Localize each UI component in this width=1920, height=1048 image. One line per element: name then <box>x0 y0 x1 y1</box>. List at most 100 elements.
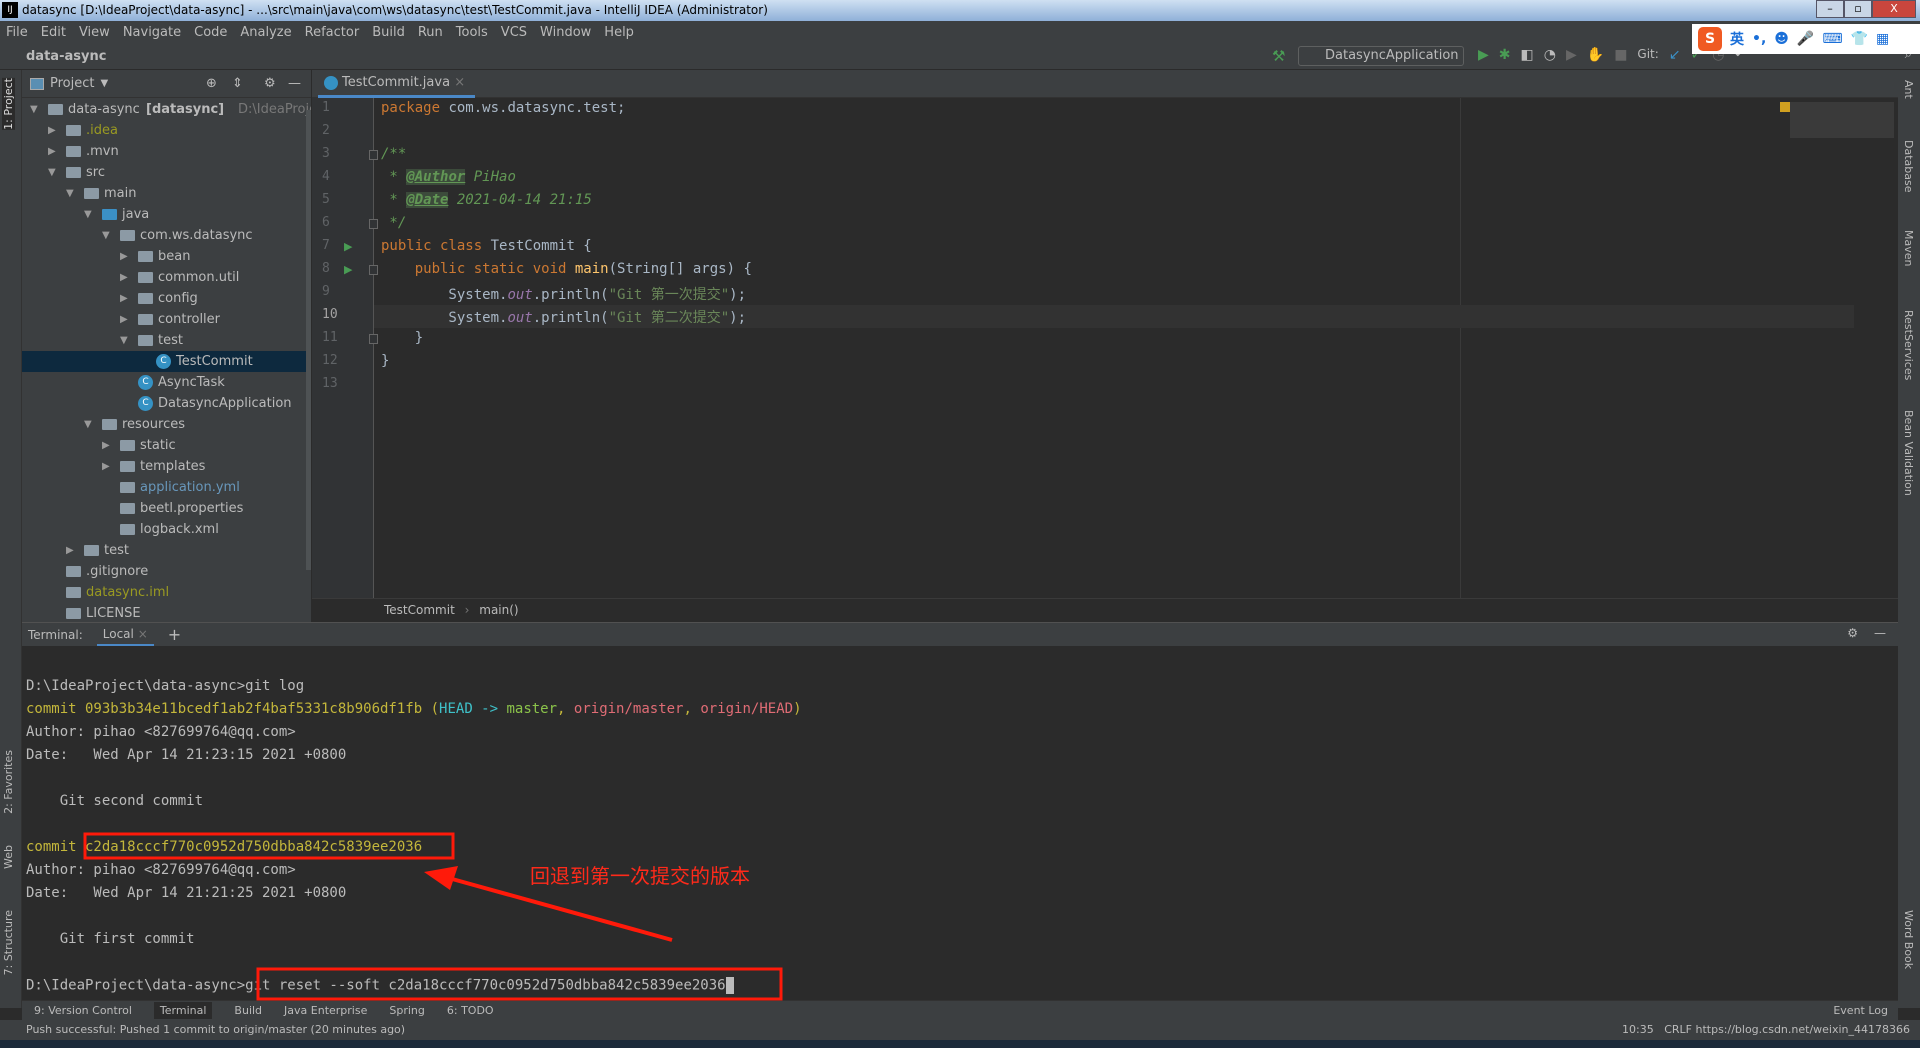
collapsed-arrow-icon[interactable]: ▶ <box>120 309 128 330</box>
run-gutter-icon[interactable]: ▶ <box>344 263 352 276</box>
menu-help[interactable]: Help <box>604 25 634 40</box>
run-icon[interactable]: ▶ <box>1478 47 1489 63</box>
tree-item[interactable]: beetl.properties <box>22 498 311 519</box>
tree-item[interactable]: ▼ main <box>22 183 311 204</box>
close-button[interactable]: X <box>1872 0 1916 18</box>
terminal-tab-local[interactable]: Local × <box>96 623 154 647</box>
collapsed-arrow-icon[interactable]: ▶ <box>120 288 128 309</box>
close-tab-icon[interactable]: × <box>138 627 148 641</box>
tree-item[interactable]: .gitignore <box>22 561 311 582</box>
resume-icon[interactable]: ▶ <box>1566 47 1577 63</box>
tree-item[interactable]: ▶ static <box>22 435 311 456</box>
fold-icon[interactable] <box>369 150 378 160</box>
tree-item[interactable]: ▼ com.ws.datasync <box>22 225 311 246</box>
tree-item[interactable]: datasync.iml <box>22 582 311 603</box>
tree-item[interactable]: ▶ config <box>22 288 311 309</box>
fold-icon[interactable] <box>369 219 378 229</box>
gear-icon[interactable]: ⚙ <box>264 76 276 91</box>
ime-lang-button[interactable]: 英 <box>1730 29 1744 49</box>
tree-item[interactable]: ▶ controller <box>22 309 311 330</box>
expanded-arrow-icon[interactable]: ▼ <box>66 183 74 204</box>
tree-item[interactable]: ▶ test <box>22 540 311 561</box>
debug-icon[interactable]: ✱ <box>1499 47 1511 63</box>
expanded-arrow-icon[interactable]: ▼ <box>84 204 92 225</box>
menu-file[interactable]: File <box>6 25 28 40</box>
close-tab-icon[interactable]: × <box>454 75 465 90</box>
caret-position[interactable]: 10:35 <box>1622 1023 1654 1036</box>
tree-item[interactable]: ▶ common.util <box>22 267 311 288</box>
restore-button[interactable]: ▫ <box>1844 0 1872 18</box>
fold-icon[interactable] <box>369 265 378 275</box>
expanded-arrow-icon[interactable]: ▼ <box>84 414 92 435</box>
menu-analyze[interactable]: Analyze <box>240 25 291 40</box>
tree-item[interactable]: application.yml <box>22 477 311 498</box>
tree-item[interactable]: ▼ java <box>22 204 311 225</box>
collapsed-arrow-icon[interactable]: ▶ <box>102 435 110 456</box>
tool-bean-validation[interactable]: Bean Validation <box>1902 410 1915 496</box>
fold-icon[interactable] <box>369 334 378 344</box>
tree-item[interactable]: ▼ src <box>22 162 311 183</box>
expanded-arrow-icon[interactable]: ▼ <box>48 162 56 183</box>
collapsed-arrow-icon[interactable]: ▶ <box>48 120 56 141</box>
menu-view[interactable]: View <box>79 25 110 40</box>
minimap[interactable] <box>1790 102 1894 138</box>
chevron-down-icon[interactable]: ▼ <box>100 78 108 89</box>
gear-icon[interactable]: ⚙ <box>1847 626 1858 640</box>
tree-item[interactable]: ▶ templates <box>22 456 311 477</box>
tree-item[interactable]: ▼ test <box>22 330 311 351</box>
menu-tools[interactable]: Tools <box>456 25 488 40</box>
tool-favorites[interactable]: 2: Favorites <box>2 750 15 814</box>
tool-terminal[interactable]: Terminal <box>153 1002 213 1019</box>
ime-skin-button[interactable]: 👕 <box>1851 31 1868 47</box>
hide-icon[interactable]: — <box>288 76 301 91</box>
locate-icon[interactable]: ⊕ <box>206 76 217 91</box>
collapsed-arrow-icon[interactable]: ▶ <box>66 540 74 561</box>
menu-build[interactable]: Build <box>372 25 405 40</box>
tree-item[interactable]: logback.xml <box>22 519 311 540</box>
tool-structure[interactable]: 7: Structure <box>2 910 15 975</box>
build-hammer-icon[interactable]: ⚒ <box>1272 47 1285 65</box>
status-message[interactable]: Push successful: Pushed 1 commit to orig… <box>26 1023 405 1036</box>
ime-keyboard-button[interactable]: ⌨ <box>1822 31 1842 47</box>
ime-voice-button[interactable]: 🎤 <box>1797 31 1814 47</box>
tree-item[interactable]: ▶ .idea <box>22 120 311 141</box>
menu-window[interactable]: Window <box>540 25 591 40</box>
tool-restservices[interactable]: RestServices <box>1902 310 1915 380</box>
expanded-arrow-icon[interactable]: ▼ <box>102 225 110 246</box>
tree-item[interactable]: ▼ resources <box>22 414 311 435</box>
code-editor[interactable]: 1 2 3 4 5 6 7 8 9 10 11 12 13 ▶ ▶ package com.ws.datas… <box>312 98 1898 598</box>
line-separator[interactable]: CRLF <box>1664 1023 1692 1036</box>
tool-version-control[interactable]: 9: Version Control <box>34 1004 132 1017</box>
tool-database[interactable]: Database <box>1902 140 1915 193</box>
ime-menu-button[interactable]: ▦ <box>1876 31 1889 47</box>
tool-todo[interactable]: 6: TODO <box>447 1004 494 1017</box>
tree-item[interactable]: C DatasyncApplication <box>22 393 311 414</box>
tool-ant[interactable]: Ant <box>1902 80 1915 99</box>
attach-icon[interactable]: ✋ <box>1587 47 1604 63</box>
inspection-warning-icon[interactable] <box>1780 102 1790 112</box>
stop-icon[interactable]: ■ <box>1614 47 1627 63</box>
tab-testcommit[interactable]: TestCommit.java × <box>318 70 476 98</box>
tree-item[interactable]: LICENSE <box>22 603 311 622</box>
tool-maven[interactable]: Maven <box>1902 230 1915 266</box>
tool-build[interactable]: Build <box>234 1004 262 1017</box>
collapse-all-icon[interactable]: ⇕ <box>232 76 243 91</box>
breadcrumb-class[interactable]: TestCommit <box>384 603 455 617</box>
tree-item[interactable]: C AsyncTask <box>22 372 311 393</box>
tool-project[interactable]: 1: Project <box>2 78 15 130</box>
collapsed-arrow-icon[interactable]: ▶ <box>120 246 128 267</box>
menu-vcs[interactable]: VCS <box>501 25 527 40</box>
ime-emoji-button[interactable]: ☻ <box>1774 31 1789 47</box>
tool-java-enterprise[interactable]: Java Enterprise <box>284 1004 367 1017</box>
menu-edit[interactable]: Edit <box>41 25 66 40</box>
project-breadcrumb[interactable]: data-async <box>26 49 106 64</box>
breadcrumb-method[interactable]: main() <box>479 603 518 617</box>
run-config-select[interactable]: DatasyncApplication ▾ <box>1298 46 1464 81</box>
hide-icon[interactable]: — <box>1874 626 1886 640</box>
collapsed-arrow-icon[interactable]: ▶ <box>48 141 56 162</box>
project-view-select[interactable]: Project <box>50 76 94 91</box>
menu-run[interactable]: Run <box>418 25 443 40</box>
tool-event-log[interactable]: Event Log <box>1833 1004 1888 1017</box>
tree-item[interactable]: C TestCommit <box>22 351 311 372</box>
tool-word-book[interactable]: Word Book <box>1902 910 1915 969</box>
